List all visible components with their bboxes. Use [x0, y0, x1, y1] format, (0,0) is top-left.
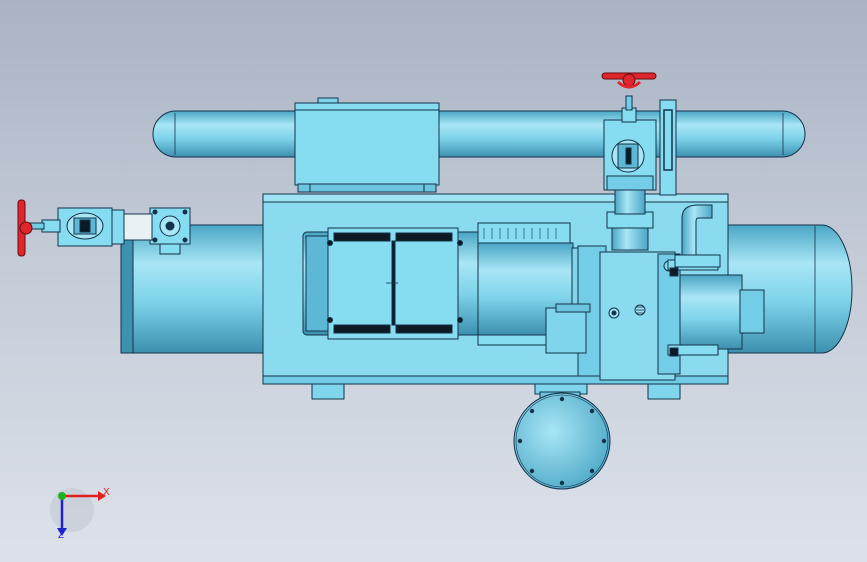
oil-valve-assembly — [17, 199, 191, 257]
x-axis-label: X — [103, 487, 110, 498]
gate-valve-handwheel-icon[interactable] — [17, 199, 33, 257]
cad-viewport[interactable]: X Z — [0, 0, 867, 562]
coordinate-triad-icon — [50, 488, 106, 536]
motor — [302, 227, 489, 340]
z-axis-label: Z — [58, 530, 65, 541]
bottom-flange — [513, 391, 611, 490]
oil-tank-shell — [120, 224, 272, 354]
compressor-unit-model — [17, 72, 853, 536]
pressure-gauge-icon — [611, 139, 645, 173]
upper-header-pipe — [152, 110, 806, 158]
oil-separator-box — [294, 97, 440, 193]
gate-valve-handwheel-icon[interactable] — [601, 72, 657, 89]
